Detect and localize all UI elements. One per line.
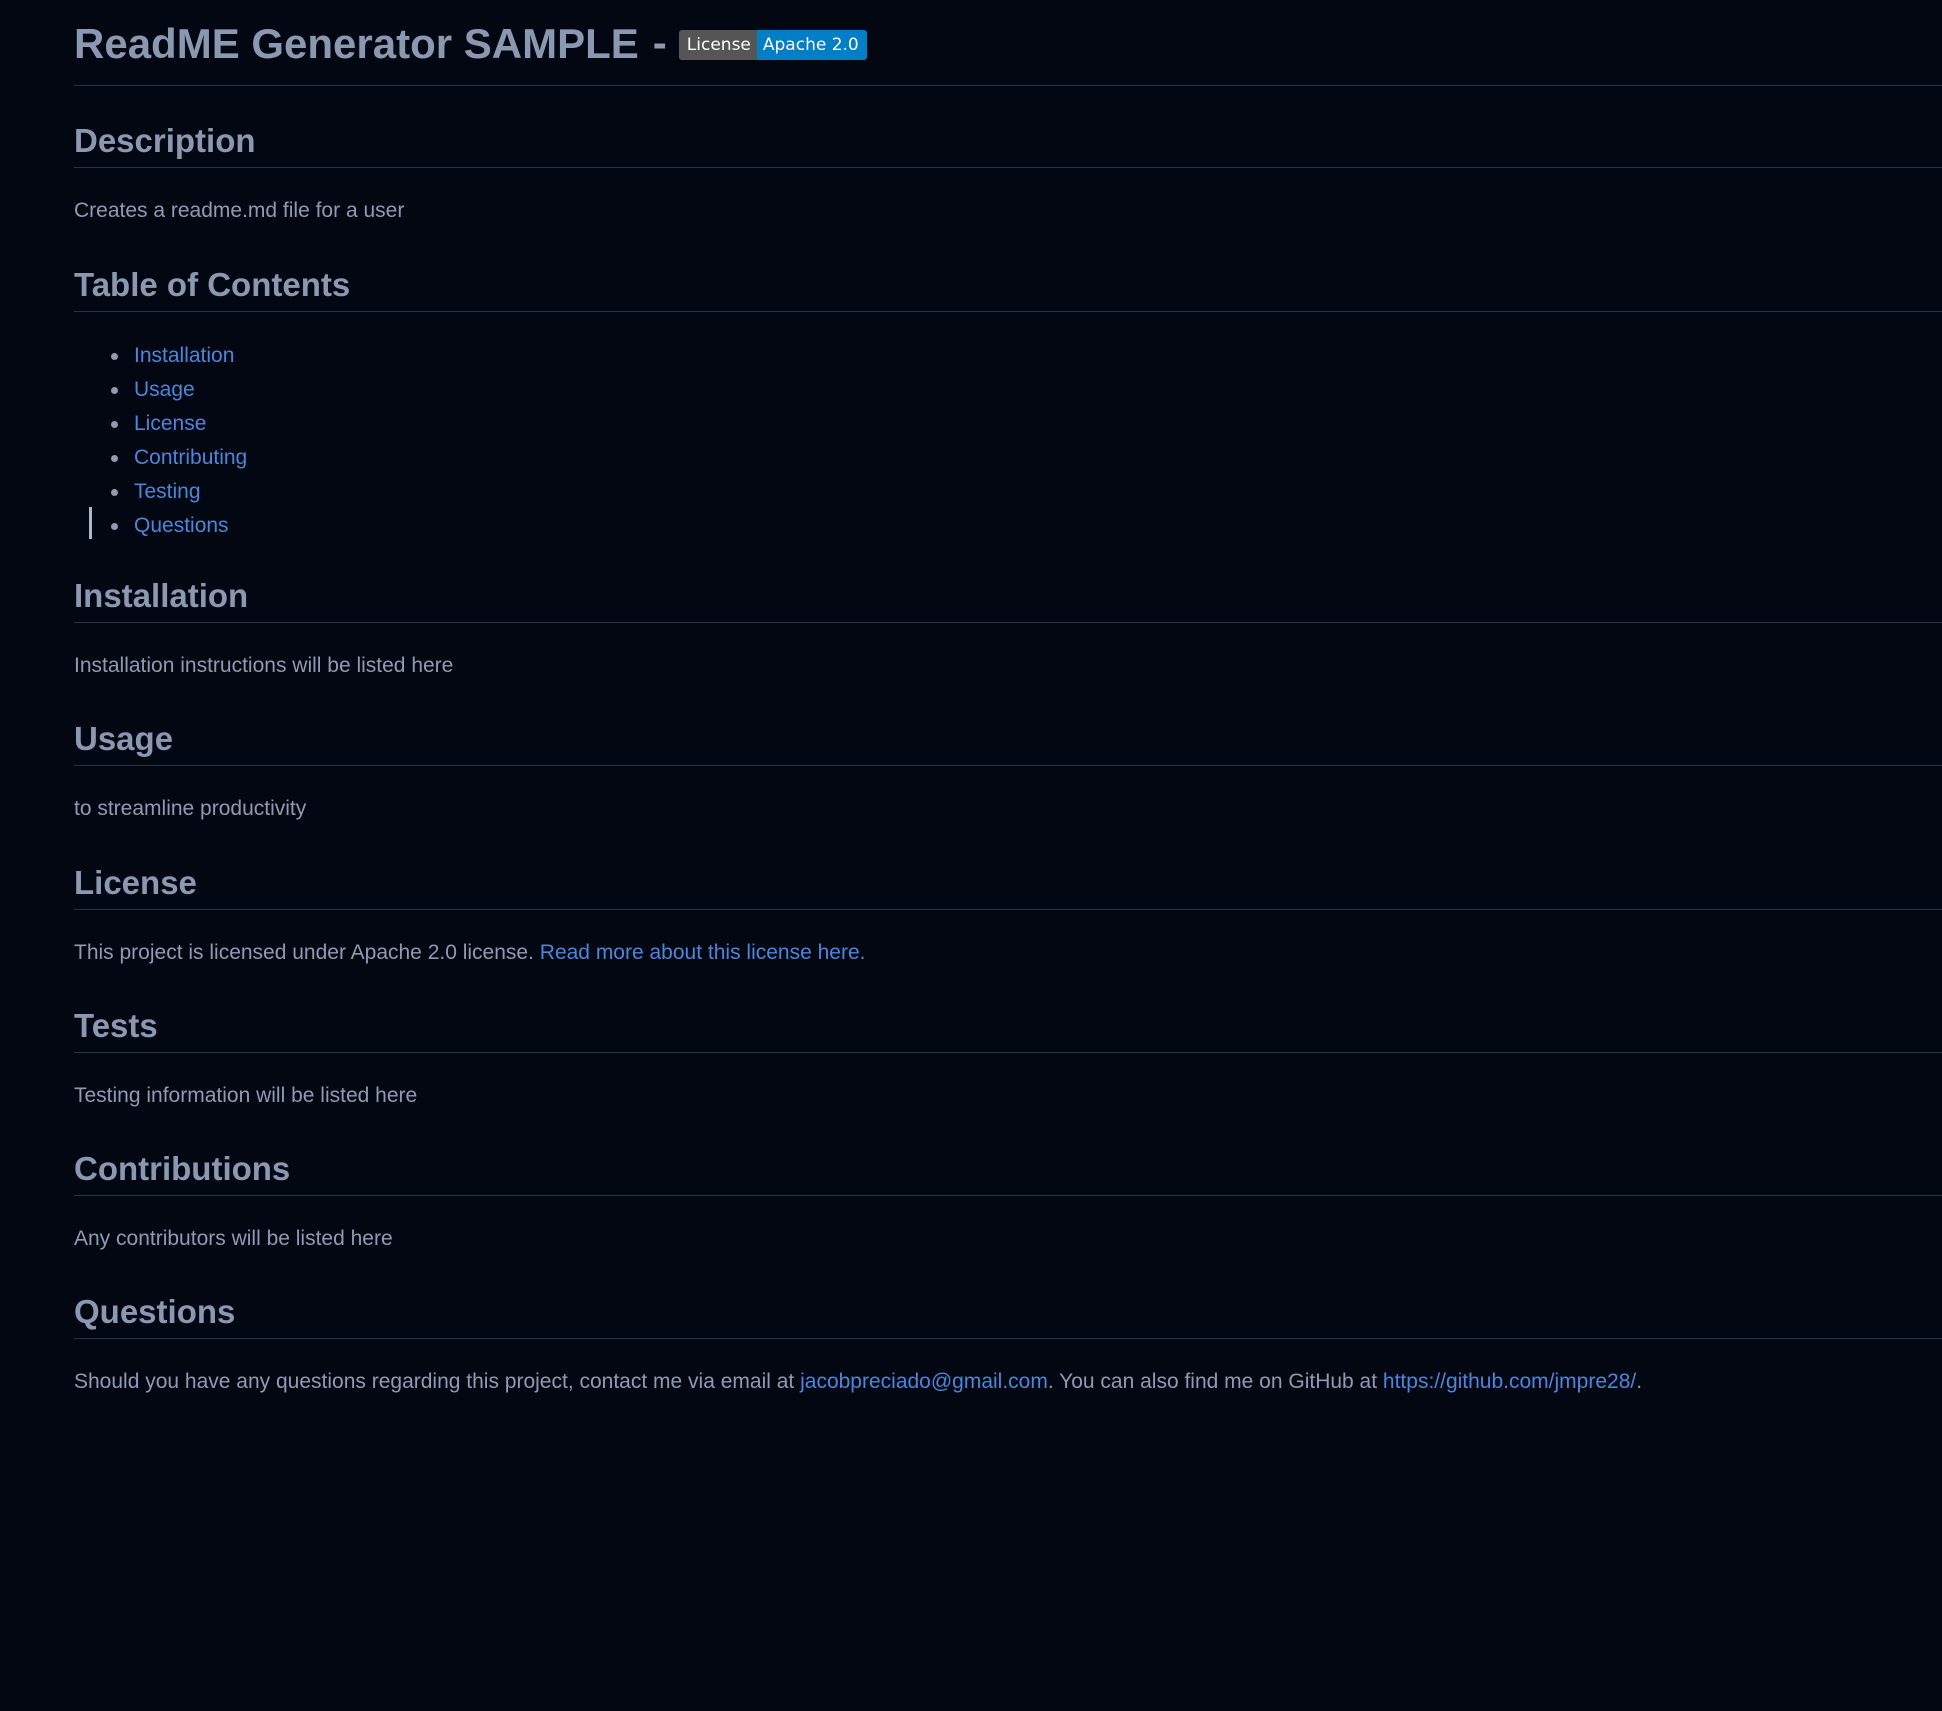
toc-link-license[interactable]: License [134,412,206,435]
email-link[interactable]: jacobpreciado@gmail.com [800,1370,1048,1393]
title-row: ReadME Generator SAMPLE - License Apache… [74,0,1942,86]
contributions-text: Any contributors will be listed here [74,1227,393,1250]
description-section: Description Creates a readme.md file for… [74,124,1942,223]
tests-text: Testing information will be listed here [74,1084,418,1107]
toc-link-contributing[interactable]: Contributing [134,446,247,469]
questions-section: Questions Should you have any questions … [74,1295,1942,1394]
description-heading: Description [74,124,1942,168]
installation-section: Installation Installation instructions w… [74,579,1942,678]
toc-link-installation[interactable]: Installation [134,344,234,367]
contributions-heading: Contributions [74,1152,1942,1196]
contributions-section: Contributions Any contributors will be l… [74,1152,1942,1251]
github-link[interactable]: https://github.com/jmpre28/ [1383,1370,1636,1393]
questions-text-middle: . You can also find me on GitHub at [1047,1370,1378,1393]
bullet-icon [111,455,118,462]
description-text: Creates a readme.md file for a user [74,199,405,222]
tests-section: Tests Testing information will be listed… [74,1009,1942,1108]
bullet-icon [111,387,118,394]
license-badge-message: Apache 2.0 [756,29,867,60]
toc-item-questions: Questions [74,509,247,543]
toc-link-testing[interactable]: Testing [134,480,201,503]
toc-section: Table of Contents [74,268,1942,312]
questions-paragraph: Should you have any questions regarding … [74,1370,1942,1394]
text-cursor-bar [89,507,92,539]
toc-item-license: License [74,407,247,441]
license-paragraph: This project is licensed under Apache 2.… [74,941,1942,965]
bullet-icon [111,489,118,496]
toc-heading: Table of Contents [74,268,1942,312]
bullet-icon [111,523,118,530]
license-section: License This project is licensed under A… [74,866,1942,965]
toc-list: Installation Usage License Contributing … [74,339,247,543]
license-badge-label: License [678,29,757,60]
toc-item-usage: Usage [74,373,247,407]
toc-link-usage[interactable]: Usage [134,378,195,401]
license-link[interactable]: Read more about this license here. [540,941,866,964]
license-text: This project is licensed under Apache 2.… [74,941,534,964]
bullet-icon [111,421,118,428]
usage-text: to streamline productivity [74,797,307,820]
installation-heading: Installation [74,579,1942,623]
page-header: ReadME Generator SAMPLE - License Apache… [74,0,1942,86]
tests-heading: Tests [74,1009,1942,1053]
bullet-icon [111,353,118,360]
title-separator: - [652,18,667,66]
readme-page: ReadME Generator SAMPLE - License Apache… [0,0,1942,1711]
usage-heading: Usage [74,722,1942,766]
license-badge[interactable]: License Apache 2.0 [678,29,867,60]
installation-text: Installation instructions will be listed… [74,654,454,677]
toc-item-contributing: Contributing [74,441,247,475]
questions-text-after: . [1636,1370,1643,1393]
questions-text-before: Should you have any questions regarding … [74,1370,795,1393]
toc-item-installation: Installation [74,339,247,373]
toc-item-testing: Testing [74,475,247,509]
usage-section: Usage to streamline productivity [74,722,1942,821]
questions-heading: Questions [74,1295,1942,1339]
license-heading: License [74,866,1942,910]
page-title: ReadME Generator SAMPLE [74,19,639,67]
toc-link-questions[interactable]: Questions [134,514,229,537]
